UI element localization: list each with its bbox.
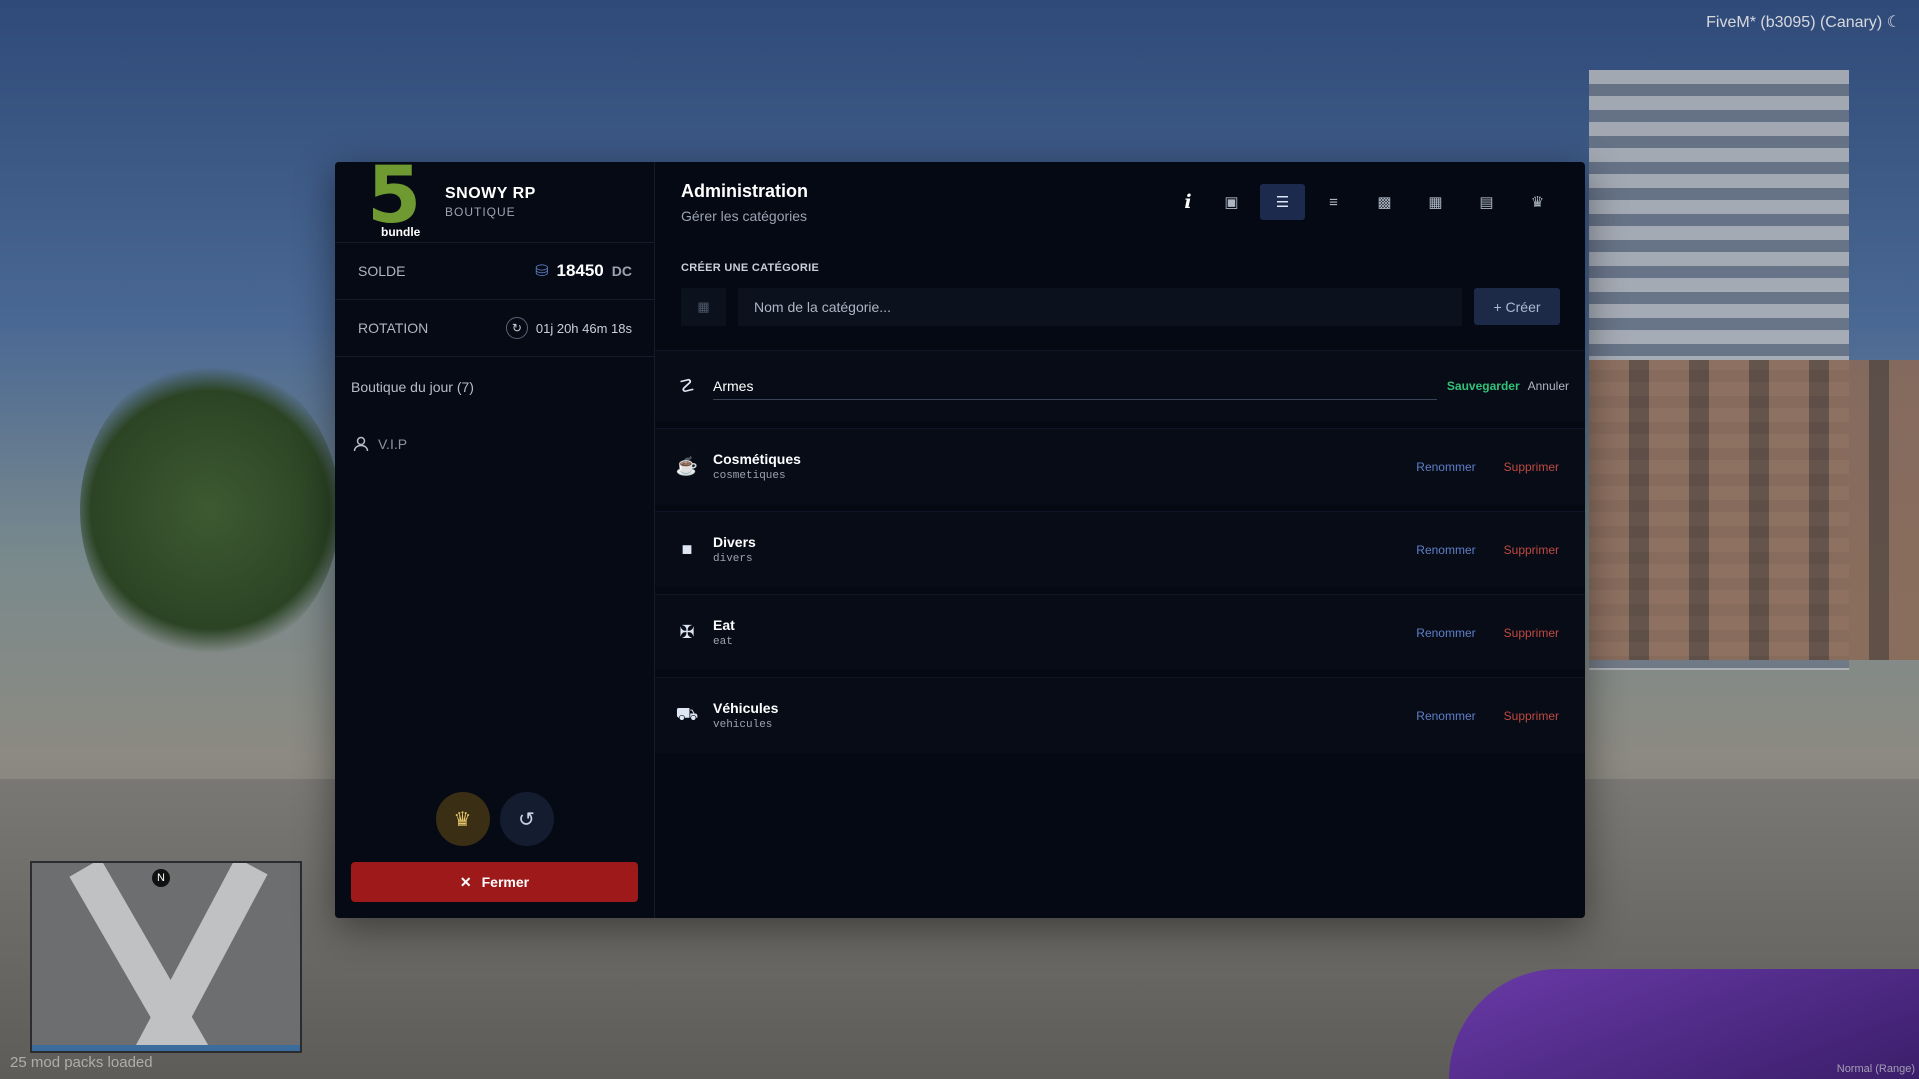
vip-crown-button[interactable]: ♛ [435, 792, 490, 846]
utensils-icon: ✠ [679, 622, 695, 642]
package-icon[interactable]: ▣ [1209, 184, 1254, 220]
create-category-section: CRÉER UNE CATÉGORIE ▦ + Créer [655, 242, 1585, 326]
grid-icon: ▦ [697, 299, 710, 314]
main-content: Administration Gérer les catégories i ▣ … [655, 162, 1585, 918]
category-row: ✠ Eat eat Renommer Supprimer [655, 594, 1585, 670]
category-slug: vehicules [713, 719, 773, 731]
close-button[interactable]: ✕ Fermer [351, 862, 638, 902]
rename-button[interactable]: Renommer [1416, 626, 1475, 640]
category-row: ■ Divers divers Renommer Supprimer [655, 511, 1585, 587]
category-name: Eat [713, 617, 735, 633]
rotation-row: ROTATION ↻ 01j 20h 46m 18s [335, 300, 654, 357]
minimap-health-bar [32, 1045, 300, 1051]
categories-icon[interactable]: ☰ [1260, 184, 1305, 220]
info-icon[interactable]: i [1173, 184, 1203, 220]
stats-icon[interactable]: ▩ [1362, 184, 1407, 220]
category-name: Véhicules [713, 700, 779, 716]
crown-icon: ♛ [453, 808, 472, 831]
car-icon: ⛟ [675, 703, 699, 724]
list-icon[interactable]: ≡ [1311, 184, 1356, 220]
rename-button[interactable]: Renommer [1416, 460, 1475, 474]
balance-unit: DC [611, 263, 632, 279]
page-subtitle: Gérer les catégories [681, 207, 808, 224]
logo: 5 bundle [367, 162, 422, 241]
brand-subtitle: BOUTIQUE [445, 205, 516, 219]
minimap-north-marker: N [152, 869, 170, 887]
rename-button[interactable]: Renommer [1416, 709, 1475, 723]
category-row: ⛟ Véhicules vehicules Renommer Supprimer [655, 677, 1585, 753]
create-category-title: CRÉER UNE CATÉGORIE [681, 262, 820, 274]
gun-icon: ☡ [678, 375, 696, 396]
voice-range-label: Normal (Range) [1836, 1063, 1915, 1075]
fivem-version-label: FiveM* (b3095) (Canary) ☾ [1706, 14, 1901, 31]
delete-button[interactable]: Supprimer [1504, 543, 1559, 557]
background-tree [80, 360, 340, 660]
icon-picker-button[interactable]: ▦ [681, 288, 726, 326]
admin-toolbar: i ▣ ☰ ≡ ▩ ▦ ▤ ♛ [1173, 184, 1560, 220]
sidebar-item-label: V.I.P [378, 436, 408, 452]
category-slug: eat [713, 636, 733, 648]
delete-button[interactable]: Supprimer [1504, 626, 1559, 640]
page-title: Administration [681, 180, 809, 201]
category-list: ☡ Sauvegarder Annuler ☕ Cosmétiques cosm… [655, 350, 1585, 753]
balance-value: 18450 [556, 261, 604, 280]
category-name: Cosmétiques [713, 451, 801, 467]
shop-panel: 5 bundle SNOWY RP BOUTIQUE SOLDE ⛁ 18450… [335, 162, 1585, 918]
rename-button[interactable]: Renommer [1416, 543, 1475, 557]
category-slug: divers [713, 553, 753, 565]
category-slug: cosmetiques [713, 470, 786, 482]
brand-name: SNOWY RP [445, 185, 536, 202]
modpacks-label: 25 mod packs loaded [10, 1054, 153, 1071]
save-button[interactable]: Sauvegarder [1447, 379, 1520, 393]
balance-label: SOLDE [358, 263, 406, 279]
sidebar-item-vip[interactable]: V.I.P [335, 435, 654, 453]
crown-icon[interactable]: ♛ [1515, 184, 1560, 220]
balance-row: SOLDE ⛁ 18450 DC [335, 243, 654, 300]
sidebar-item-daily-shop[interactable]: Boutique du jour (7) [335, 379, 654, 395]
category-edit-row: ☡ Sauvegarder Annuler [655, 350, 1585, 421]
category-name: Divers [713, 534, 756, 550]
refresh-icon: ↻ [505, 317, 528, 339]
rotation-timer: 01j 20h 46m 18s [535, 320, 632, 336]
brand-header: 5 bundle SNOWY RP BOUTIQUE [335, 162, 654, 243]
create-category-button[interactable]: + Créer [1474, 288, 1560, 325]
category-row: ☕ Cosmétiques cosmetiques Renommer Suppr… [655, 428, 1585, 504]
logs-icon[interactable]: ▤ [1464, 184, 1509, 220]
main-header: Administration Gérer les catégories i ▣ … [655, 162, 1585, 242]
delete-button[interactable]: Supprimer [1504, 460, 1559, 474]
cancel-button[interactable]: Annuler [1528, 379, 1569, 393]
minimap: N [30, 861, 302, 1053]
delete-button[interactable]: Supprimer [1504, 709, 1559, 723]
coins-icon: ⛁ [535, 263, 549, 280]
briefcase-icon: ■ [681, 539, 693, 559]
rotation-label: ROTATION [358, 320, 429, 336]
category-name-input[interactable] [738, 288, 1462, 326]
close-icon: ✕ [459, 873, 472, 890]
history-icon: ↺ [518, 808, 535, 831]
sidebar: 5 bundle SNOWY RP BOUTIQUE SOLDE ⛁ 18450… [335, 162, 655, 918]
tshirt-icon: ☕ [675, 456, 699, 476]
user-icon [353, 436, 369, 452]
quick-actions: ♛ ↺ [335, 792, 654, 846]
background-building-brick [1589, 360, 1919, 660]
calendar-icon[interactable]: ▦ [1413, 184, 1458, 220]
rename-input[interactable] [713, 372, 1437, 400]
history-button[interactable]: ↺ [499, 792, 554, 846]
